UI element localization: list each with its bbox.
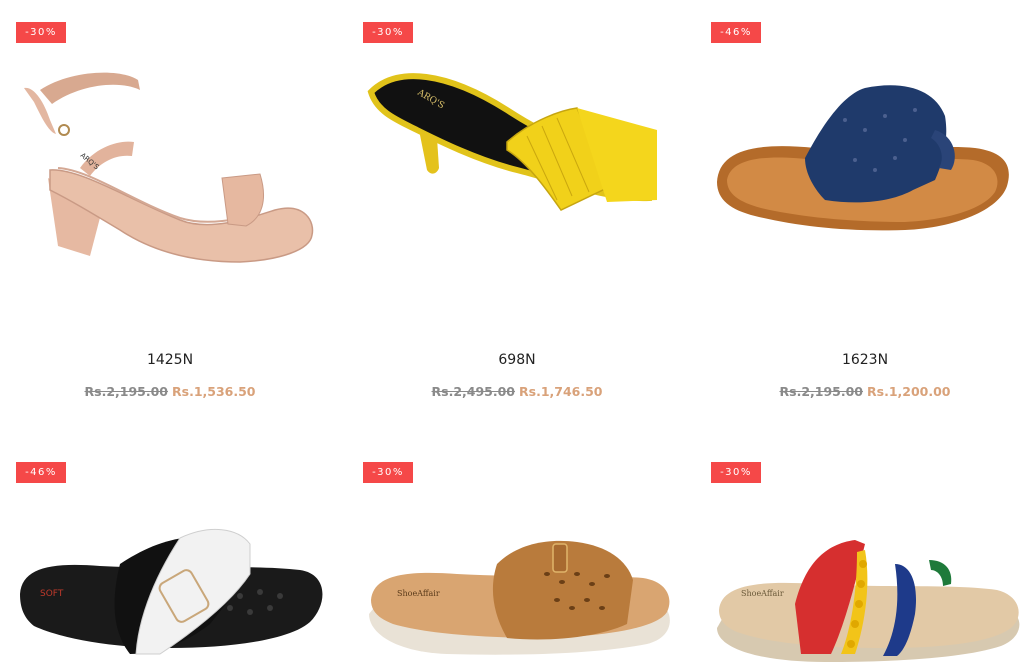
discount-badge: -30%: [363, 22, 413, 43]
yellow-woven-heeled-mule-image[interactable]: ARQ'S: [357, 50, 677, 280]
product-price: Rs.2,195.00 Rs.1,536.50: [0, 384, 340, 399]
product-price: Rs.2,495.00 Rs.1,746.50: [347, 384, 687, 399]
product-card[interactable]: -30% ARQ'S 1425N Rs.2,195.00 Rs.1,536.50: [0, 0, 340, 420]
product-grid: -30% ARQ'S 1425N Rs.2,195.00 Rs.1,536.50 …: [0, 0, 1024, 667]
black-white-cross-strap-slide-image[interactable]: SOFT: [10, 504, 330, 667]
original-price: Rs.2,195.00: [779, 384, 864, 399]
multicolor-strap-toe-ring-sandal-image[interactable]: ShoeAffair: [705, 504, 1024, 667]
svg-text:ShoeAffair: ShoeAffair: [397, 589, 440, 598]
discount-badge: -30%: [16, 22, 66, 43]
navy-toe-ring-flat-sandal-image[interactable]: [705, 50, 1024, 280]
product-card[interactable]: -30% ARQ'S 698N Rs.2,495.00 Rs.1,746.50: [347, 0, 687, 420]
sale-price: Rs.1,746.50: [519, 384, 603, 399]
product-name[interactable]: 1623N: [695, 352, 1024, 368]
discount-badge: -46%: [711, 22, 761, 43]
discount-badge: -46%: [16, 462, 66, 483]
product-card[interactable]: -30% ShoeAffair: [347, 440, 687, 667]
product-card[interactable]: -30% ShoeAffair: [695, 440, 1024, 667]
original-price: Rs.2,495.00: [431, 384, 516, 399]
product-price: Rs.2,195.00 Rs.1,200.00: [695, 384, 1024, 399]
svg-text:SOFT: SOFT: [40, 589, 64, 599]
product-name[interactable]: 698N: [347, 352, 687, 368]
product-card[interactable]: -46% 1623N Rs.2,195.00 Rs.1,200.00: [695, 0, 1024, 420]
discount-badge: -30%: [363, 462, 413, 483]
discount-badge: -30%: [711, 462, 761, 483]
svg-text:ShoeAffair: ShoeAffair: [741, 589, 784, 598]
product-card[interactable]: -46% SOFT: [0, 440, 340, 667]
product-name[interactable]: 1425N: [0, 352, 340, 368]
original-price: Rs.2,195.00: [84, 384, 169, 399]
tan-laser-cut-wedge-slide-image[interactable]: ShoeAffair: [357, 504, 677, 667]
rose-gold-heeled-sandal-image[interactable]: ARQ'S: [10, 50, 330, 280]
sale-price: Rs.1,200.00: [867, 384, 951, 399]
sale-price: Rs.1,536.50: [172, 384, 256, 399]
